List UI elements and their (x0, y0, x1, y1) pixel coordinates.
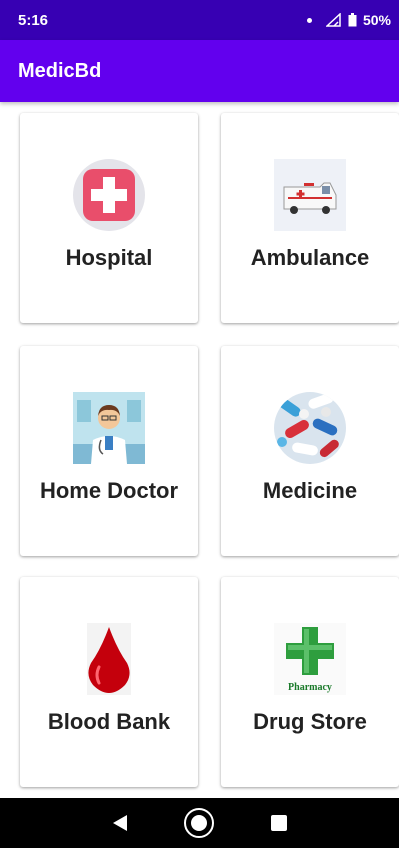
category-grid: Hospital Ambulance Home Doctor Medicine … (0, 102, 399, 798)
blood-bank-card[interactable]: Blood Bank (20, 577, 198, 787)
ambulance-icon (274, 159, 346, 231)
hospital-cross-icon (73, 159, 145, 231)
system-nav-bar (0, 798, 399, 848)
home-button[interactable] (183, 807, 215, 839)
blood-drop-icon (73, 623, 145, 695)
hospital-card[interactable]: Hospital (20, 113, 198, 323)
home-icon (184, 808, 215, 838)
medicine-label: Medicine (262, 478, 358, 503)
drug-store-label: Drug Store (253, 709, 367, 734)
signal-icon (325, 13, 341, 27)
notification-dot-icon (306, 17, 312, 23)
ambulance-label: Ambulance (250, 245, 370, 270)
pharmacy-cross-icon: Pharmacy (274, 623, 346, 695)
ambulance-card[interactable]: Ambulance (221, 113, 399, 323)
medicine-card[interactable]: Medicine (221, 346, 399, 556)
back-icon (112, 815, 127, 831)
home-doctor-card[interactable]: Home Doctor (20, 346, 198, 556)
app-title: MedicBd (18, 59, 102, 82)
pharmacy-text: Pharmacy (288, 682, 332, 693)
pills-icon (274, 392, 346, 464)
recents-button[interactable] (263, 807, 295, 839)
home-doctor-label: Home Doctor (39, 478, 179, 503)
recents-icon (271, 815, 288, 831)
hospital-label: Hospital (65, 245, 153, 270)
status-icons: 50% (306, 12, 391, 28)
doctor-icon (73, 392, 145, 464)
status-time: 5:16 (18, 11, 49, 29)
back-button[interactable] (104, 807, 136, 839)
blood-bank-label: Blood Bank (47, 709, 171, 734)
app-bar: MedicBd (0, 40, 399, 102)
battery-percentage: 50% (362, 12, 391, 28)
battery-icon (348, 13, 357, 27)
status-bar: 5:16 50% (0, 0, 399, 40)
drug-store-card[interactable]: Pharmacy Drug Store (221, 577, 399, 787)
